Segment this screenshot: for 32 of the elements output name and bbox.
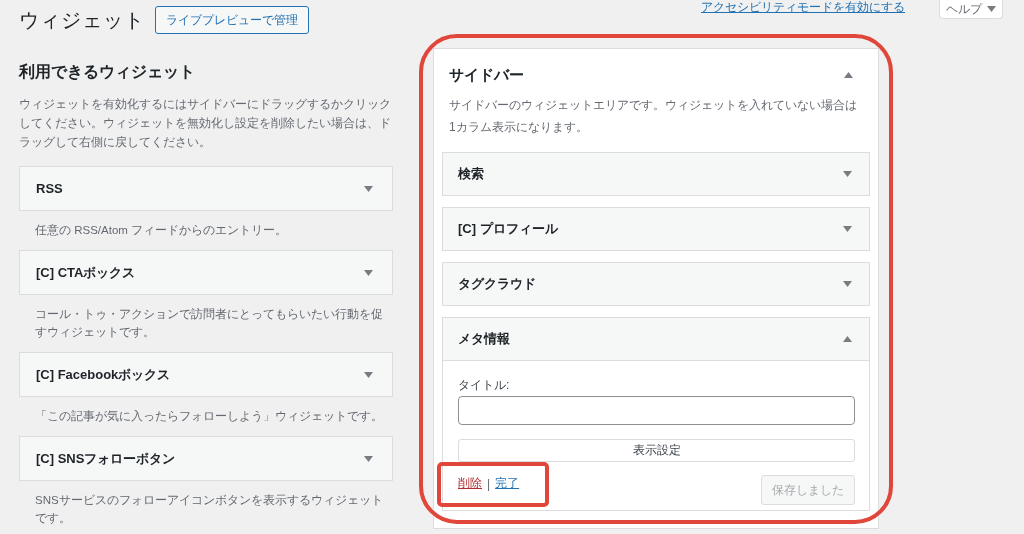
caret-icon: [364, 185, 373, 192]
page-title: ウィジェット: [19, 8, 145, 33]
widget-item[interactable]: [C] プロフィール: [442, 207, 870, 251]
widget-item[interactable]: 検索: [442, 152, 870, 196]
display-settings-button[interactable]: 表示設定: [458, 439, 855, 462]
widget-item[interactable]: [C] CTAボックス: [19, 250, 393, 295]
caret-icon[interactable]: [844, 72, 853, 78]
sidebar-title: サイドバー: [449, 65, 524, 85]
widget-description: 「この記事が気に入ったらフォローしよう」ウィジェットです。: [34, 409, 384, 424]
widget-item[interactable]: [C] Facebookボックス: [19, 352, 393, 397]
accessibility-link[interactable]: アクセシビリティモードを有効にする: [701, 0, 905, 14]
widget-description: SNSサービスのフォローアイコンボタンを表示するウィジェットです。: [34, 493, 384, 526]
widget-item[interactable]: [C] SNSフォローボタン: [19, 436, 393, 481]
sidebar-description: サイドバーのウィジェットエリアです。ウィジェットを入れていない場合は1カラム表示になります。: [448, 97, 858, 136]
title-field[interactable]: [458, 396, 855, 425]
widget-item[interactable]: RSS: [19, 166, 393, 211]
caret-icon: [364, 455, 373, 462]
widget-item[interactable]: メタ情報: [442, 317, 870, 361]
widget-description: コール・トゥ・アクションで訪問者にとってもらいたい行動を促すウィジェットです。: [34, 307, 384, 340]
caret-icon: [364, 269, 373, 276]
link-separator: |: [487, 476, 491, 491]
section-heading: 利用できるウィジェット: [19, 62, 196, 82]
section-description: ウィジェットを有効化するにはサイドバーにドラッグするかクリックしてください。ウィジェットを無効化し設定を削除したい場合は、ドラッグして右側に戻してください。: [19, 96, 392, 151]
live-preview-button[interactable]: ライブプレビューで管理: [155, 6, 309, 34]
widget-description: 任意の RSS/Atom フィードからのエントリー。: [34, 223, 289, 238]
done-link[interactable]: 完了: [495, 475, 520, 492]
caret-icon: [364, 371, 373, 378]
caret-icon: [987, 6, 996, 12]
help-tab[interactable]: ヘルプ: [939, 0, 1003, 19]
widget-item[interactable]: タグクラウド: [442, 262, 870, 306]
field-label: タイトル:: [458, 377, 511, 393]
delete-link[interactable]: 削除: [458, 475, 482, 492]
